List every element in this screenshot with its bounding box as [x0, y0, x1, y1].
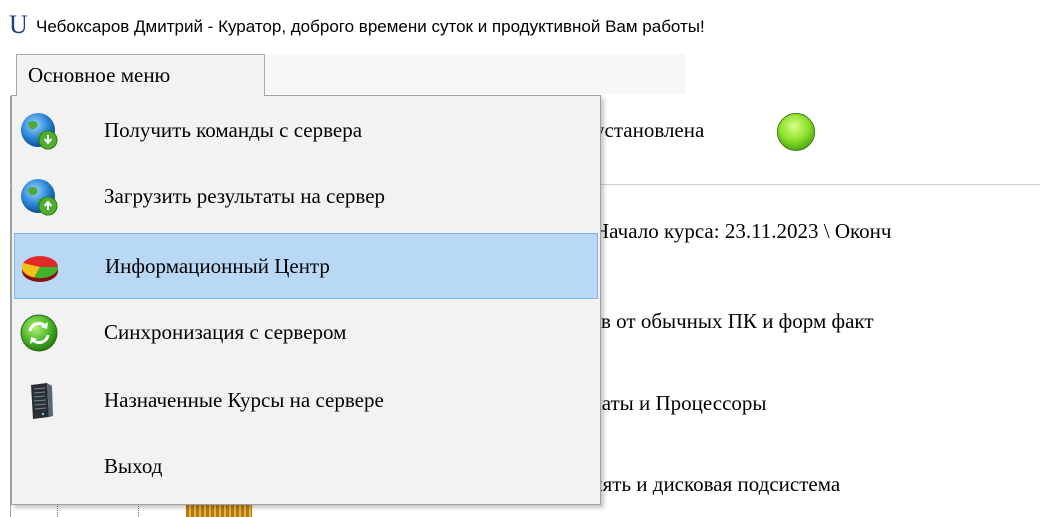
server-icon [19, 381, 59, 421]
app-logo-icon: U [9, 10, 28, 39]
menu-item-label: Синхронизация с сервером [104, 320, 347, 344]
pie-chart-icon [20, 247, 60, 287]
menu-item-info-center[interactable]: Информационный Центр [14, 233, 598, 299]
menu-item-upload-results[interactable]: Загрузить результаты на сервер [14, 164, 598, 230]
globe-upload-icon [19, 177, 59, 217]
menu-item-label: Загрузить результаты на сервер [104, 184, 386, 208]
menu-item-get-commands[interactable]: Получить команды с сервера [14, 98, 598, 164]
globe-download-icon [19, 111, 59, 151]
sync-icon [19, 313, 59, 353]
connection-status-text: установлена [594, 118, 705, 142]
course-topic-item[interactable]: ров от обычных ПК и форм факт [580, 306, 874, 336]
course-topic-item[interactable]: платы и Процессоры [580, 388, 767, 418]
main-menu-button[interactable]: Основное меню [16, 54, 265, 96]
menu-item-label: Выход [104, 454, 163, 478]
menu-item-sync[interactable]: Синхронизация с сервером [14, 300, 598, 366]
course-dates-text: Начало курса: 23.11.2023 \ Оконч [594, 219, 892, 243]
window-title: Чебоксаров Дмитрий - Куратор, доброго вр… [36, 17, 705, 36]
menu-item-label: Получить команды с сервера [104, 118, 363, 142]
menu-bar-background [265, 54, 685, 94]
menu-item-label: Информационный Центр [105, 254, 330, 278]
menu-item-label: Назначенные Курсы на сервере [104, 388, 384, 412]
main-menu-dropdown: Получить команды с сервера Загрузить рез… [11, 95, 601, 505]
menu-item-assigned-courses[interactable]: Назначенные Курсы на сервере [14, 368, 598, 434]
connection-status-indicator-icon [777, 113, 815, 151]
menu-item-exit[interactable]: Выход [14, 434, 598, 500]
menu-bar: Основное меню [0, 52, 1040, 96]
title-bar: U Чебоксаров Дмитрий - Куратор, доброго … [0, 0, 1040, 52]
course-topic-item[interactable]: амять и дисковая подсистема [580, 469, 840, 499]
